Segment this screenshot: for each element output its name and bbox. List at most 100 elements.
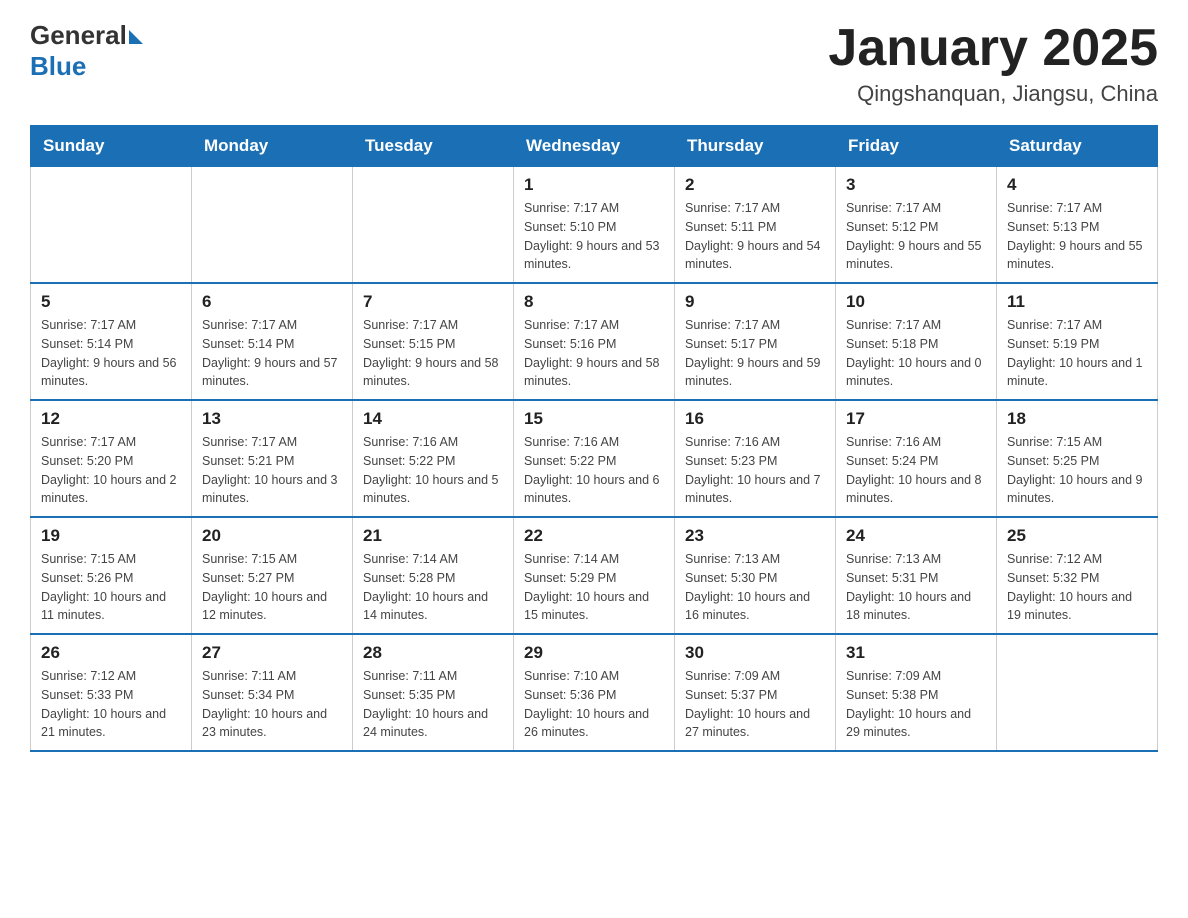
day-info: Sunrise: 7:09 AM Sunset: 5:37 PM Dayligh… (685, 667, 825, 742)
day-number: 30 (685, 643, 825, 663)
header-cell-tuesday: Tuesday (353, 126, 514, 167)
day-cell: 26 Sunrise: 7:12 AM Sunset: 5:33 PM Dayli… (31, 634, 192, 751)
day-number: 7 (363, 292, 503, 312)
day-info: Sunrise: 7:16 AM Sunset: 5:22 PM Dayligh… (524, 433, 664, 508)
day-cell: 3Sunrise: 7:17 AM Sunset: 5:12 PM Daylig… (836, 167, 997, 284)
day-cell: 31 Sunrise: 7:09 AM Sunset: 5:38 PM Dayli… (836, 634, 997, 751)
day-info: Sunrise: 7:16 AM Sunset: 5:23 PM Dayligh… (685, 433, 825, 508)
day-cell: 27 Sunrise: 7:11 AM Sunset: 5:34 PM Dayli… (192, 634, 353, 751)
day-info: Sunrise: 7:17 AM Sunset: 5:17 PM Dayligh… (685, 316, 825, 391)
day-number: 15 (524, 409, 664, 429)
calendar-body: 1 Sunrise: 7:17 AM Sunset: 5:10 PM Daylig… (31, 167, 1158, 752)
day-cell (353, 167, 514, 284)
day-number: 28 (363, 643, 503, 663)
day-number: 11 (1007, 292, 1147, 312)
day-info: Sunrise: 7:15 AM Sunset: 5:25 PM Dayligh… (1007, 433, 1147, 508)
day-info: Sunrise: 7:17 AM Sunset: 5:18 PM Dayligh… (846, 316, 986, 391)
day-number: 21 (363, 526, 503, 546)
day-info: Sunrise: 7:12 AM Sunset: 5:33 PM Dayligh… (41, 667, 181, 742)
day-number: 12 (41, 409, 181, 429)
day-cell: 21 Sunrise: 7:14 AM Sunset: 5:28 PM Dayli… (353, 517, 514, 634)
week-row-1: 1 Sunrise: 7:17 AM Sunset: 5:10 PM Daylig… (31, 167, 1158, 284)
header-cell-sunday: Sunday (31, 126, 192, 167)
day-number: 19 (41, 526, 181, 546)
day-info: Sunrise: 7:10 AM Sunset: 5:36 PM Dayligh… (524, 667, 664, 742)
week-row-5: 26 Sunrise: 7:12 AM Sunset: 5:33 PM Dayli… (31, 634, 1158, 751)
day-info: Sunrise: 7:17 AM Sunset: 5:13 PM Dayligh… (1007, 199, 1147, 274)
day-info: Sunrise: 7:17 AM Sunset: 5:14 PM Dayligh… (41, 316, 181, 391)
header-cell-thursday: Thursday (675, 126, 836, 167)
day-cell (31, 167, 192, 284)
day-number: 5 (41, 292, 181, 312)
day-number: 2 (685, 175, 825, 195)
day-cell: 30 Sunrise: 7:09 AM Sunset: 5:37 PM Dayli… (675, 634, 836, 751)
page-header: General Blue January 2025 Qingshanquan, … (30, 20, 1158, 107)
week-row-3: 12Sunrise: 7:17 AM Sunset: 5:20 PM Dayli… (31, 400, 1158, 517)
header-cell-friday: Friday (836, 126, 997, 167)
day-cell: 12Sunrise: 7:17 AM Sunset: 5:20 PM Dayli… (31, 400, 192, 517)
day-info: Sunrise: 7:16 AM Sunset: 5:24 PM Dayligh… (846, 433, 986, 508)
day-cell: 23Sunrise: 7:13 AM Sunset: 5:30 PM Dayli… (675, 517, 836, 634)
day-cell: 20Sunrise: 7:15 AM Sunset: 5:27 PM Dayli… (192, 517, 353, 634)
calendar-table: SundayMondayTuesdayWednesdayThursdayFrid… (30, 125, 1158, 752)
day-number: 9 (685, 292, 825, 312)
day-cell: 17Sunrise: 7:16 AM Sunset: 5:24 PM Dayli… (836, 400, 997, 517)
day-number: 6 (202, 292, 342, 312)
title-block: January 2025 Qingshanquan, Jiangsu, Chin… (828, 20, 1158, 107)
day-number: 13 (202, 409, 342, 429)
day-info: Sunrise: 7:17 AM Sunset: 5:10 PM Dayligh… (524, 199, 664, 274)
day-number: 10 (846, 292, 986, 312)
header-cell-wednesday: Wednesday (514, 126, 675, 167)
calendar-header: SundayMondayTuesdayWednesdayThursdayFrid… (31, 126, 1158, 167)
day-number: 20 (202, 526, 342, 546)
day-info: Sunrise: 7:13 AM Sunset: 5:30 PM Dayligh… (685, 550, 825, 625)
day-cell: 18Sunrise: 7:15 AM Sunset: 5:25 PM Dayli… (997, 400, 1158, 517)
day-info: Sunrise: 7:11 AM Sunset: 5:35 PM Dayligh… (363, 667, 503, 742)
day-number: 14 (363, 409, 503, 429)
week-row-2: 5 Sunrise: 7:17 AM Sunset: 5:14 PM Daylig… (31, 283, 1158, 400)
day-cell: 8 Sunrise: 7:17 AM Sunset: 5:16 PM Daylig… (514, 283, 675, 400)
day-info: Sunrise: 7:15 AM Sunset: 5:26 PM Dayligh… (41, 550, 181, 625)
day-info: Sunrise: 7:11 AM Sunset: 5:34 PM Dayligh… (202, 667, 342, 742)
day-info: Sunrise: 7:17 AM Sunset: 5:12 PM Dayligh… (846, 199, 986, 274)
day-number: 4 (1007, 175, 1147, 195)
day-number: 8 (524, 292, 664, 312)
day-info: Sunrise: 7:17 AM Sunset: 5:14 PM Dayligh… (202, 316, 342, 391)
day-info: Sunrise: 7:14 AM Sunset: 5:28 PM Dayligh… (363, 550, 503, 625)
day-info: Sunrise: 7:17 AM Sunset: 5:21 PM Dayligh… (202, 433, 342, 508)
day-info: Sunrise: 7:16 AM Sunset: 5:22 PM Dayligh… (363, 433, 503, 508)
day-cell (192, 167, 353, 284)
day-number: 29 (524, 643, 664, 663)
day-cell: 25 Sunrise: 7:12 AM Sunset: 5:32 PM Dayli… (997, 517, 1158, 634)
calendar-subtitle: Qingshanquan, Jiangsu, China (828, 81, 1158, 107)
day-info: Sunrise: 7:12 AM Sunset: 5:32 PM Dayligh… (1007, 550, 1147, 625)
day-number: 25 (1007, 526, 1147, 546)
day-cell: 29 Sunrise: 7:10 AM Sunset: 5:36 PM Dayli… (514, 634, 675, 751)
day-cell: 4 Sunrise: 7:17 AM Sunset: 5:13 PM Daylig… (997, 167, 1158, 284)
logo: General Blue (30, 20, 143, 82)
day-cell: 16 Sunrise: 7:16 AM Sunset: 5:23 PM Dayli… (675, 400, 836, 517)
day-cell: 5 Sunrise: 7:17 AM Sunset: 5:14 PM Daylig… (31, 283, 192, 400)
day-number: 16 (685, 409, 825, 429)
day-number: 26 (41, 643, 181, 663)
day-number: 1 (524, 175, 664, 195)
day-cell: 1 Sunrise: 7:17 AM Sunset: 5:10 PM Daylig… (514, 167, 675, 284)
day-info: Sunrise: 7:17 AM Sunset: 5:15 PM Dayligh… (363, 316, 503, 391)
day-cell: 10 Sunrise: 7:17 AM Sunset: 5:18 PM Dayli… (836, 283, 997, 400)
day-cell: 13 Sunrise: 7:17 AM Sunset: 5:21 PM Dayli… (192, 400, 353, 517)
day-cell (997, 634, 1158, 751)
logo-blue: Blue (30, 51, 86, 82)
day-info: Sunrise: 7:17 AM Sunset: 5:19 PM Dayligh… (1007, 316, 1147, 391)
calendar-title: January 2025 (828, 20, 1158, 77)
day-info: Sunrise: 7:17 AM Sunset: 5:16 PM Dayligh… (524, 316, 664, 391)
day-number: 31 (846, 643, 986, 663)
day-cell: 15 Sunrise: 7:16 AM Sunset: 5:22 PM Dayli… (514, 400, 675, 517)
day-cell: 14 Sunrise: 7:16 AM Sunset: 5:22 PM Dayli… (353, 400, 514, 517)
day-cell: 22Sunrise: 7:14 AM Sunset: 5:29 PM Dayli… (514, 517, 675, 634)
day-info: Sunrise: 7:13 AM Sunset: 5:31 PM Dayligh… (846, 550, 986, 625)
day-cell: 9 Sunrise: 7:17 AM Sunset: 5:17 PM Daylig… (675, 283, 836, 400)
day-info: Sunrise: 7:09 AM Sunset: 5:38 PM Dayligh… (846, 667, 986, 742)
day-cell: 24Sunrise: 7:13 AM Sunset: 5:31 PM Dayli… (836, 517, 997, 634)
logo-general: General (30, 20, 127, 51)
day-number: 27 (202, 643, 342, 663)
